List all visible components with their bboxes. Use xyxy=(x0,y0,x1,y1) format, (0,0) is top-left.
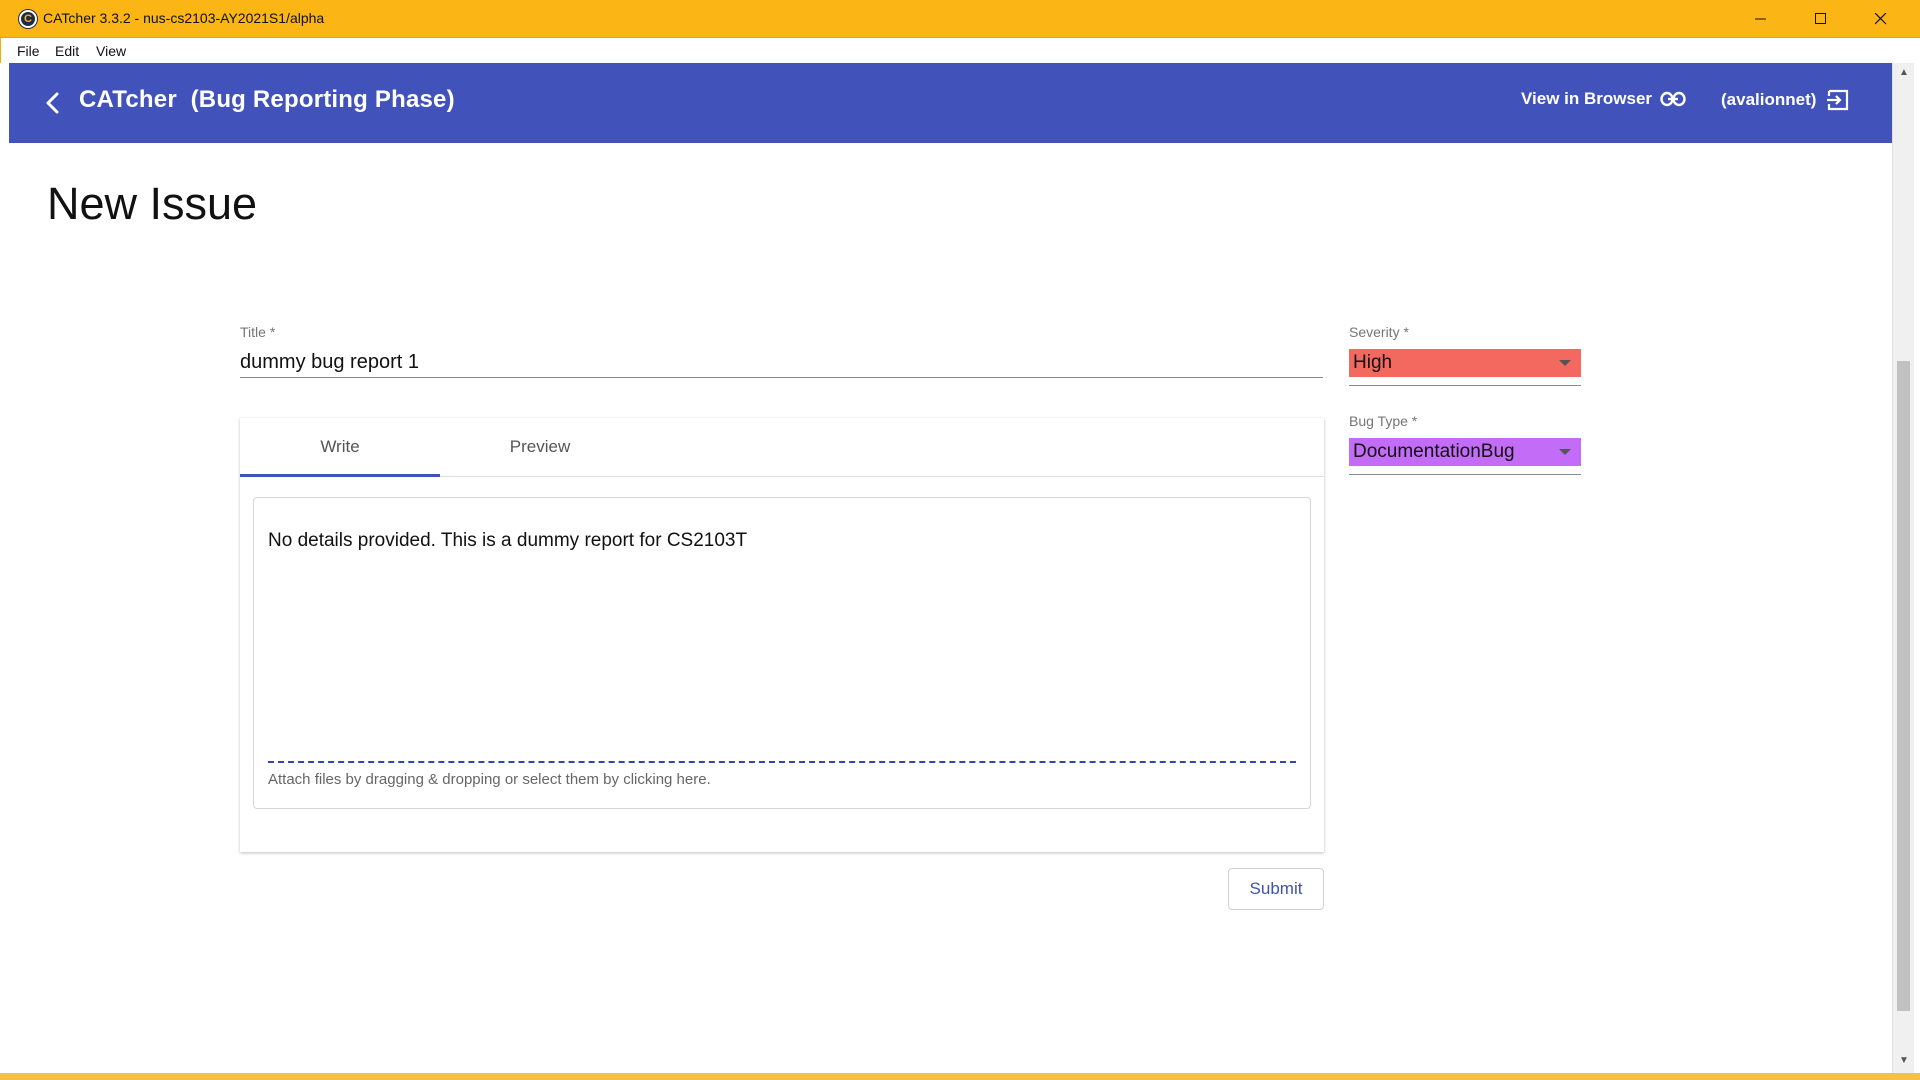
logout-button[interactable]: (avalionnet) xyxy=(1721,88,1850,112)
title-field-label: Title * xyxy=(240,324,276,340)
close-icon xyxy=(1875,13,1887,25)
scrollbar-thumb[interactable] xyxy=(1897,361,1910,1011)
app-header: CATcher (Bug Reporting Phase) View in Br… xyxy=(9,63,1892,143)
view-in-browser-button[interactable]: View in Browser xyxy=(1521,89,1686,109)
window-titlebar: C CATcher 3.3.2 - nus-cs2103-AY2021S1/al… xyxy=(0,0,1920,38)
menu-view[interactable]: View xyxy=(96,43,126,59)
severity-underline xyxy=(1349,385,1581,386)
severity-select[interactable]: High xyxy=(1349,349,1581,377)
window-title: CATcher 3.3.2 - nus-cs2103-AY2021S1/alph… xyxy=(43,10,325,26)
title-input[interactable] xyxy=(240,347,1323,378)
page-title: New Issue xyxy=(47,178,258,229)
bug-type-select[interactable]: DocumentationBug xyxy=(1349,438,1581,466)
bug-type-field-label: Bug Type * xyxy=(1349,413,1418,429)
bug-type-value: DocumentationBug xyxy=(1353,441,1515,462)
description-textarea[interactable]: No details provided. This is a dummy rep… xyxy=(253,497,1311,809)
minimize-button[interactable] xyxy=(1732,0,1790,38)
severity-value: High xyxy=(1353,352,1393,373)
description-editor-card: Write Preview No details provided. This … xyxy=(240,418,1324,852)
menu-bar: File Edit View xyxy=(0,38,1920,63)
maximize-icon xyxy=(1815,13,1826,24)
dropdown-arrow-icon xyxy=(1559,360,1571,366)
description-text: No details provided. This is a dummy rep… xyxy=(268,530,748,551)
bug-type-underline xyxy=(1349,474,1581,475)
close-button[interactable] xyxy=(1852,0,1910,38)
menu-file[interactable]: File xyxy=(17,43,40,59)
scroll-up-arrow-icon[interactable]: ▲ xyxy=(1893,67,1915,81)
tab-preview[interactable]: Preview xyxy=(440,418,640,476)
app-title: CATcher (Bug Reporting Phase) xyxy=(79,86,455,113)
menu-edit[interactable]: Edit xyxy=(55,43,79,59)
submit-button[interactable]: Submit xyxy=(1228,868,1324,910)
tab-write[interactable]: Write xyxy=(240,418,440,477)
chevron-left-icon xyxy=(46,92,59,114)
severity-field-label: Severity * xyxy=(1349,324,1409,340)
app-logo-icon: C xyxy=(19,10,37,28)
attach-files-hint[interactable]: Attach files by dragging & dropping or s… xyxy=(268,771,711,788)
attachment-dropzone-border xyxy=(268,761,1296,763)
back-button[interactable] xyxy=(35,85,71,121)
dropdown-arrow-icon xyxy=(1559,449,1571,455)
maximize-button[interactable] xyxy=(1792,0,1850,38)
scroll-down-arrow-icon[interactable]: ▼ xyxy=(1893,1055,1915,1069)
view-in-browser-label: View in Browser xyxy=(1521,89,1653,108)
vertical-scrollbar[interactable]: ▲ ▼ xyxy=(1892,63,1914,1073)
username-label: (avalionnet) xyxy=(1721,90,1817,109)
link-icon xyxy=(1660,91,1686,107)
exit-icon xyxy=(1827,89,1849,111)
editor-tabs: Write Preview xyxy=(240,418,1324,477)
minimize-icon xyxy=(1755,18,1766,20)
window-bottom-border xyxy=(0,1073,1920,1080)
